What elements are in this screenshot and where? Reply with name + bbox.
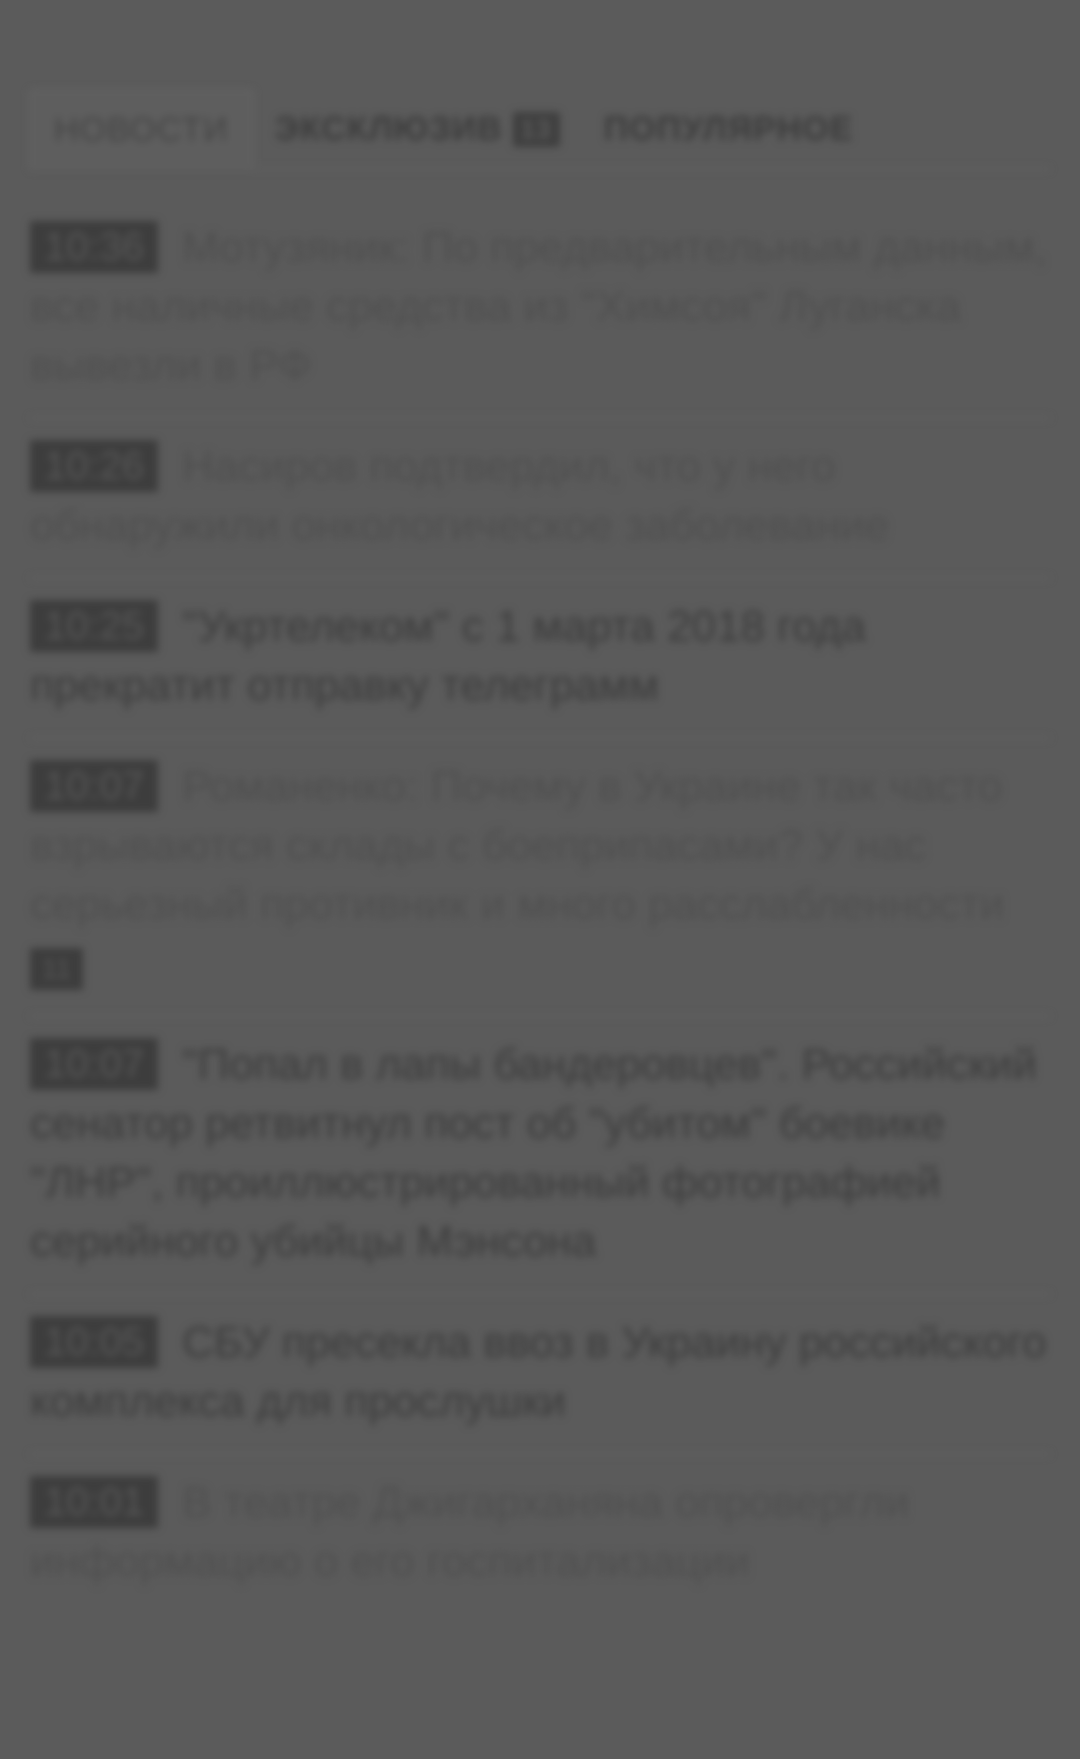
tab-news-label: НОВОСТИ <box>54 110 229 149</box>
news-time: 10:36 <box>30 221 159 273</box>
news-item[interactable]: 10:01 В театре Джигарханяна опровергли ин… <box>30 1473 1050 1613</box>
tab-exclusive-label: ЭКСКЛЮЗИВ <box>274 109 503 148</box>
news-headline[interactable]: В театре Джигарханяна опровергли информа… <box>30 1478 909 1586</box>
news-headline[interactable]: Мотузяник: По предварительным данным, вс… <box>30 223 1047 390</box>
news-headline[interactable]: Романенко: Почему в Украине так часто вз… <box>30 762 1004 929</box>
news-headline[interactable]: "Попал в лапы бандеровцев". Российский с… <box>30 1040 1037 1266</box>
news-item[interactable]: 10:07 "Попал в лапы бандеровцев". Российс… <box>30 1035 1050 1295</box>
news-time: 10:07 <box>30 760 159 812</box>
news-headline[interactable]: СБУ пресекла ввоз в Украину российского … <box>30 1318 1047 1426</box>
news-item[interactable]: 10:05 СБУ пресекла ввоз в Украину российс… <box>30 1313 1050 1455</box>
news-item[interactable]: 10:36 Мотузяник: По предварительным данны… <box>30 218 1050 419</box>
comment-count-badge[interactable]: 11 <box>30 948 84 990</box>
news-time: 10:05 <box>30 1316 159 1368</box>
news-time: 10:25 <box>30 600 159 652</box>
news-time: 10:01 <box>30 1476 159 1528</box>
news-feed: 10:36 Мотузяник: По предварительным данны… <box>30 218 1050 1631</box>
page: НОВОСТИ ЭКСКЛЮЗИВ 13 ПОПУЛЯРНОЕ 10:36 Мот… <box>0 0 1080 1759</box>
news-headline[interactable]: Насиров подтвердил, что у него обнаружил… <box>30 442 889 550</box>
news-item[interactable]: 10:26 Насиров подтвердил, что у него обна… <box>30 437 1050 579</box>
tab-exclusive-count-badge: 13 <box>512 111 560 147</box>
news-item[interactable]: 10:07 Романенко: Почему в Украине так час… <box>30 757 1050 1017</box>
tab-popular-label: ПОПУЛЯРНОЕ <box>603 109 854 148</box>
news-time: 10:07 <box>30 1038 159 1090</box>
news-item[interactable]: 10:25 "Укртелеком" с 1 марта 2018 года пр… <box>30 597 1050 739</box>
tab-popular[interactable]: ПОПУЛЯРНОЕ <box>582 90 876 168</box>
tab-news[interactable]: НОВОСТИ <box>30 90 253 168</box>
tab-bar: НОВОСТИ ЭКСКЛЮЗИВ 13 ПОПУЛЯРНОЕ <box>30 90 1050 170</box>
news-time: 10:26 <box>30 440 159 492</box>
tab-exclusive[interactable]: ЭКСКЛЮЗИВ 13 <box>253 90 582 168</box>
